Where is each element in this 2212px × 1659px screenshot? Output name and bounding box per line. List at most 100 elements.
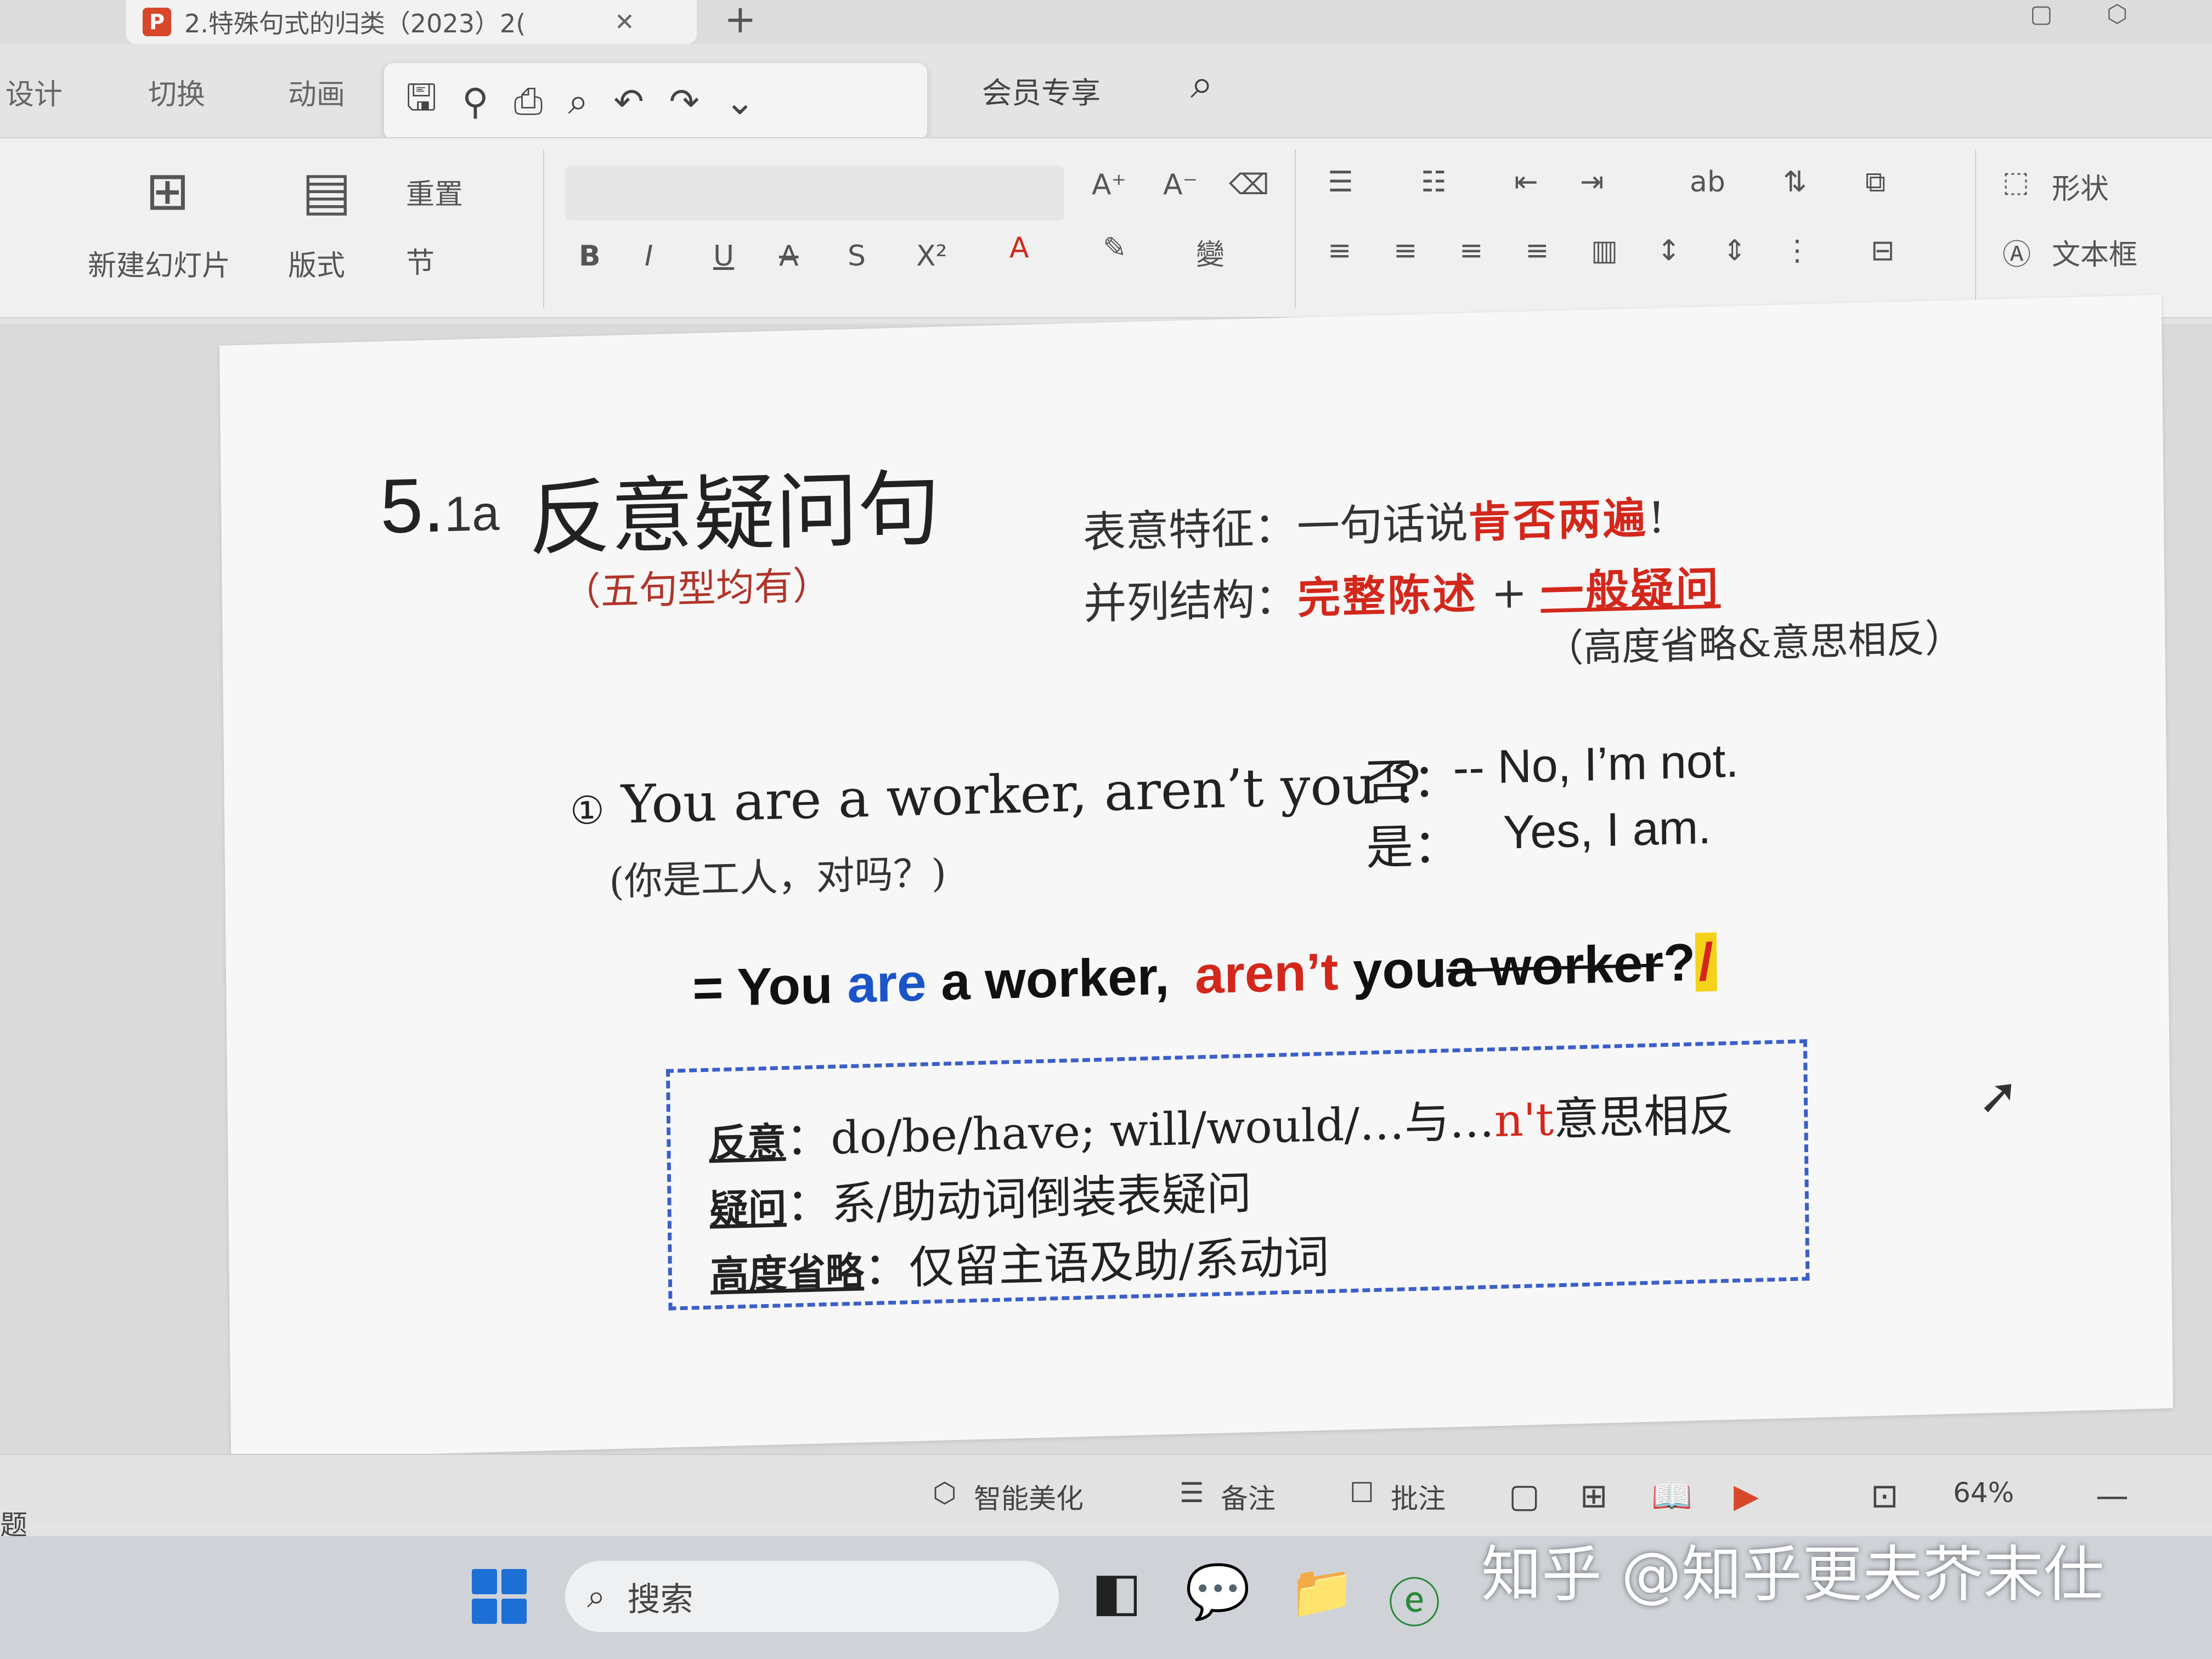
menu-transition[interactable]: 切换 xyxy=(148,71,205,112)
example-text: You are a worker, aren’t you ? xyxy=(620,753,1421,836)
align-right-icon[interactable]: ≡ xyxy=(1459,234,1483,267)
zoom-level[interactable]: 64% xyxy=(1953,1477,2014,1509)
increase-font-icon[interactable]: A⁺ xyxy=(1092,168,1126,201)
taskbar-search[interactable]: ⌕ 搜索 xyxy=(565,1561,1059,1632)
feature-text: 一句话说 xyxy=(1296,498,1469,552)
zoom-out-icon[interactable]: — xyxy=(2096,1477,2129,1515)
search-icon[interactable]: ⌕ xyxy=(1190,60,1213,108)
grid-view-icon[interactable]: ⊞ xyxy=(1580,1477,1607,1515)
textbox-button[interactable]: 文本框 xyxy=(2052,232,2137,273)
menu-animation[interactable]: 动画 xyxy=(288,71,345,112)
bullet-list-icon[interactable]: ☰ xyxy=(1328,166,1353,199)
vip-menu[interactable]: 会员专享 xyxy=(982,69,1101,112)
convert-icon[interactable]: ⧉ xyxy=(1865,166,1886,199)
columns-icon[interactable]: ⋮ xyxy=(1783,234,1812,267)
notes-icon[interactable]: ☰ xyxy=(1180,1477,1204,1509)
search-icon: ⌕ xyxy=(587,1577,606,1616)
underline-button[interactable]: U xyxy=(713,240,734,273)
mouse-pointer-icon: ➚ xyxy=(1977,1066,2020,1126)
new-slide-button[interactable]: 新建幻灯片 xyxy=(88,242,230,284)
notes-button[interactable]: 备注 xyxy=(1221,1477,1276,1516)
feature-end: ! xyxy=(1647,493,1666,543)
justify-icon[interactable]: ≡ xyxy=(1525,234,1549,267)
shadow-button[interactable]: S xyxy=(848,240,866,273)
highlight-icon[interactable]: ✎ xyxy=(1103,232,1127,264)
numbered-list-icon[interactable]: ☷ xyxy=(1421,166,1447,199)
rule-ellipsis-text: ：仅留主语及助/系动词 xyxy=(864,1231,1329,1296)
redo-icon[interactable]: ↷ xyxy=(669,81,699,123)
title-bar: P 2.特殊句式的归类（2023）2( ✕ + ▢ ⬡ xyxy=(0,0,2212,44)
comment-icon[interactable]: ☐ xyxy=(1350,1477,1374,1509)
feature-label: 表意特征： xyxy=(1082,503,1297,558)
phonetic-icon[interactable]: 變 xyxy=(1196,232,1224,273)
print-preview-icon[interactable]: ⌕ xyxy=(568,80,588,123)
chevron-down-icon[interactable]: ⌄ xyxy=(725,81,755,123)
pos-label: 是： xyxy=(1365,819,1461,875)
status-bar: ⬡ 智能美化 ☰ 备注 ☐ 批注 ▢ ⊞ 📖 ▶ ⊡ 64% — xyxy=(0,1454,2212,1525)
window-settings-icon[interactable]: ⬡ xyxy=(2107,0,2128,28)
textbox-icon[interactable]: Ⓐ xyxy=(2002,232,2031,273)
shape-icon[interactable]: ⬚ xyxy=(2002,166,2029,199)
sort-icon[interactable]: ⇅ xyxy=(1783,166,1807,199)
menu-design[interactable]: 设计 xyxy=(5,71,63,112)
document-tab[interactable]: P 2.特殊句式的归类（2023）2( ✕ xyxy=(126,0,697,44)
structure-question: 一般疑问 xyxy=(1540,562,1721,617)
text-direction-icon[interactable]: ab xyxy=(1690,166,1725,199)
superscript-button[interactable]: X² xyxy=(916,240,947,273)
link-icon[interactable]: ⚲ xyxy=(462,81,488,123)
outdent-icon[interactable]: ⇤ xyxy=(1514,166,1538,199)
slide-title: 反意疑问句 xyxy=(528,461,941,568)
comment-button[interactable]: 批注 xyxy=(1391,1477,1446,1516)
rule-opposite-text: ：do/be/have; will/would/…与… xyxy=(785,1095,1495,1166)
windows-start-icon[interactable] xyxy=(472,1569,527,1624)
align-left-icon[interactable]: ≡ xyxy=(1328,234,1352,267)
smart-beautify-button[interactable]: 智能美化 xyxy=(974,1477,1084,1516)
bold-button[interactable]: B xyxy=(579,240,601,273)
reset-button[interactable]: 重置 xyxy=(406,171,463,212)
rule-opposite: 反意：do/be/have; will/would/…与…n't意思相反 xyxy=(709,1078,1734,1170)
save-icon[interactable]: 🖫 xyxy=(406,71,437,133)
align-center-icon[interactable]: ≡ xyxy=(1393,234,1418,267)
slide-canvas[interactable]: 5.1a 反意疑问句 （五句型均有） 表意特征：一句话说肯否两遍! 并列结构：完… xyxy=(219,295,2174,1459)
undo-icon[interactable]: ↶ xyxy=(613,81,644,123)
rule-box: 反意：do/be/have; will/would/…与…n't意思相反 疑问：… xyxy=(665,1039,1810,1311)
font-color-icon[interactable]: A xyxy=(1009,232,1029,264)
pos-answer: Yes, I am. xyxy=(1503,800,1712,859)
neg-label: 否： xyxy=(1365,753,1460,809)
section-button[interactable]: 节 xyxy=(406,240,435,281)
normal-view-icon[interactable]: ▢ xyxy=(1509,1477,1540,1515)
reading-view-icon[interactable]: 📖 xyxy=(1651,1477,1692,1516)
wechat-icon[interactable]: 💬 xyxy=(1185,1561,1251,1623)
task-view-icon[interactable]: ◧ xyxy=(1092,1561,1142,1622)
paragraph-spacing-icon[interactable]: ⇕ xyxy=(1723,234,1747,267)
vertical-align-icon[interactable]: ⊟ xyxy=(1871,234,1895,267)
beautify-icon[interactable]: ⬡ xyxy=(933,1477,957,1509)
eq-subject: you xyxy=(1352,939,1447,1001)
new-slide-icon[interactable]: ⊞ xyxy=(145,160,189,222)
font-name-field[interactable] xyxy=(565,166,1064,221)
print-icon[interactable]: ⎙ xyxy=(514,80,543,123)
window-restore-icon[interactable]: ▢ xyxy=(2030,0,2053,28)
tab-close-icon[interactable]: ✕ xyxy=(614,8,635,36)
example-number: ① xyxy=(569,787,605,834)
strikethrough-button[interactable]: A xyxy=(779,240,799,273)
layout-button[interactable]: 版式 xyxy=(288,242,345,284)
ribbon-separator xyxy=(1295,149,1296,308)
new-tab-button[interactable]: + xyxy=(724,0,757,38)
shape-button[interactable]: 形状 xyxy=(2052,166,2109,207)
file-explorer-icon[interactable]: 📁 xyxy=(1289,1561,1355,1623)
browser-icon[interactable]: ⓔ xyxy=(1388,1561,1441,1637)
italic-button[interactable]: I xyxy=(645,240,653,273)
structure-plus: + xyxy=(1491,568,1527,619)
layout-icon[interactable]: ▤ xyxy=(302,160,352,222)
decrease-font-icon[interactable]: A⁻ xyxy=(1163,168,1198,201)
example-translation: (你是工人，对吗？) xyxy=(608,850,947,905)
slide-subtitle: （五句型均有） xyxy=(562,562,832,615)
play-slideshow-icon[interactable]: ▶ xyxy=(1734,1477,1759,1515)
line-spacing-icon[interactable]: ↕ xyxy=(1657,234,1681,267)
clear-format-icon[interactable]: ⌫ xyxy=(1229,168,1269,201)
distribute-icon[interactable]: ▥ xyxy=(1591,234,1618,267)
structure-note: （高度省略&意思相反） xyxy=(1544,615,1964,672)
indent-icon[interactable]: ⇥ xyxy=(1580,166,1604,199)
fit-window-icon[interactable]: ⊡ xyxy=(1871,1477,1898,1515)
